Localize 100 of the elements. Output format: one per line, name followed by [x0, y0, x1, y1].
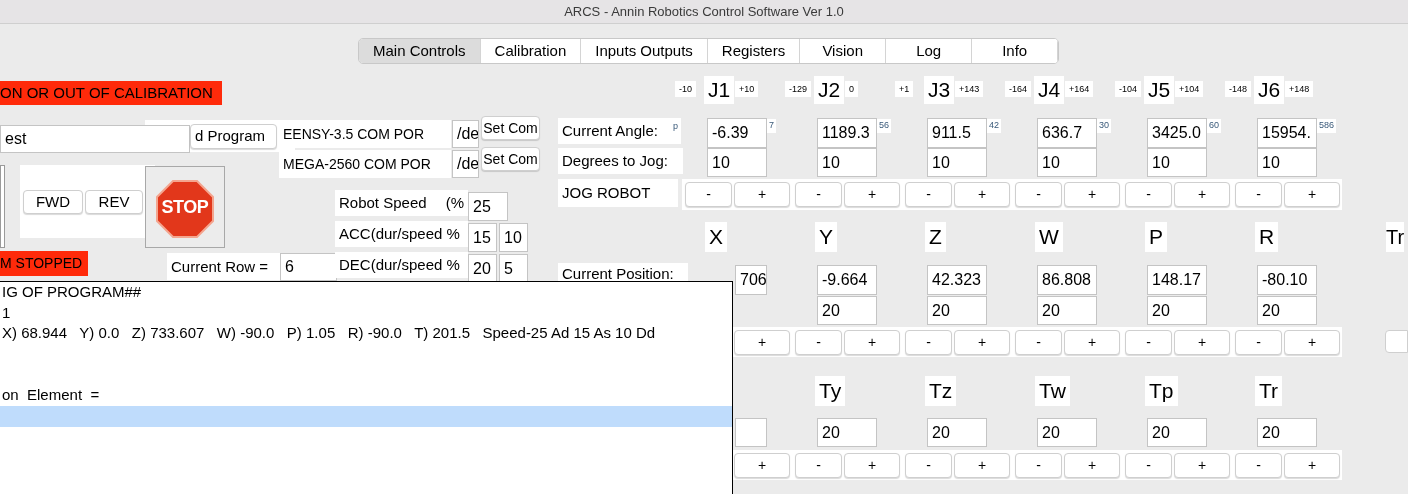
joint-label: J5 — [1144, 76, 1175, 104]
forward-button[interactable]: FWD — [23, 190, 83, 214]
jog-button[interactable]: - — [905, 182, 952, 207]
jog-button[interactable]: + — [734, 453, 790, 478]
jog-button[interactable]: + — [1174, 330, 1230, 355]
axis-label: W — [1035, 222, 1063, 252]
program-name-field[interactable]: est — [0, 125, 190, 153]
jog-degrees-field[interactable]: 10 — [707, 148, 767, 177]
speed-label: Robot Speed (% — [335, 190, 468, 216]
jog-button[interactable]: + — [954, 330, 1010, 355]
jog-degrees-field[interactable]: 10 — [927, 148, 987, 177]
set-com-button[interactable]: Set Com — [481, 116, 540, 140]
jog-button[interactable]: + — [1064, 453, 1120, 478]
step-field[interactable]: 20 — [817, 418, 877, 447]
hidden-label: 42 — [987, 119, 1001, 133]
hidden-label: 56 — [877, 119, 891, 133]
jog-button[interactable]: + — [734, 330, 790, 355]
jog-button[interactable]: + — [1284, 182, 1340, 207]
position-field[interactable]: 706 — [735, 265, 767, 295]
step-field[interactable]: 20 — [927, 296, 987, 325]
jog-button[interactable]: - — [1015, 182, 1062, 207]
joint-angle-field[interactable]: 1189.3 — [817, 118, 877, 148]
jog-button[interactable]: - — [1235, 453, 1282, 478]
jog-button[interactable]: + — [1284, 330, 1340, 355]
jog-button[interactable]: - — [1125, 330, 1172, 355]
current-row-field[interactable]: 6 — [280, 253, 337, 281]
joint-angle-field[interactable]: -6.39 — [707, 118, 767, 148]
joint-angle-field[interactable]: 3425.0 — [1147, 118, 1207, 148]
jog-button[interactable]: + — [1174, 453, 1230, 478]
step-field[interactable]: 20 — [1257, 296, 1317, 325]
reverse-button[interactable]: REV — [85, 190, 143, 214]
jog-button[interactable]: - — [1015, 330, 1062, 355]
tab[interactable]: Main Controls — [359, 39, 481, 63]
jog-button[interactable]: - — [685, 182, 732, 207]
joint-max-label: +143 — [955, 81, 984, 97]
jog-degrees-field[interactable]: 10 — [1257, 148, 1317, 177]
speed-field[interactable]: 5 — [499, 254, 528, 283]
position-field[interactable]: 42.323 — [927, 265, 987, 295]
jog-button[interactable]: - — [795, 182, 842, 207]
com-port-field[interactable]: /de — [452, 150, 479, 178]
jog-button[interactable] — [1385, 330, 1408, 353]
jog-button[interactable]: - — [905, 453, 952, 478]
joint-min-label: -148 — [1225, 81, 1251, 97]
joint-angle-field[interactable]: 636.7 — [1037, 118, 1097, 148]
step-field[interactable]: 20 — [1147, 296, 1207, 325]
jog-degrees-field[interactable]: 10 — [817, 148, 877, 177]
set-com-button[interactable]: Set Com — [481, 147, 540, 171]
step-field[interactable]: 20 — [1037, 296, 1097, 325]
program-line[interactable]: on Element = — [0, 385, 732, 407]
step-field[interactable]: 20 — [1037, 418, 1097, 447]
joint-max-label: 0 — [845, 81, 858, 97]
speed-field[interactable]: 15 — [468, 223, 497, 252]
jog-button[interactable]: - — [795, 453, 842, 478]
jog-button[interactable]: + — [734, 182, 790, 207]
jog-button[interactable]: - — [905, 330, 952, 355]
jog-button[interactable]: - — [1015, 453, 1062, 478]
jog-button[interactable]: - — [1235, 182, 1282, 207]
position-field[interactable]: -9.664 — [817, 265, 877, 295]
program-line[interactable]: 1 — [0, 302, 732, 324]
step-field[interactable] — [735, 418, 767, 447]
jog-button[interactable]: + — [954, 182, 1010, 207]
program-line[interactable]: IG OF PROGRAM## — [0, 282, 732, 303]
jog-button[interactable]: - — [1125, 182, 1172, 207]
program-listbox[interactable]: IG OF PROGRAM## 1 X) 68.944 Y) 0.0 Z) 733.607 W) -90.0 P) 1.05 R) -90.0 T) 201.5 Speed-25 Ad 15 As 10 Dd on Element = — [0, 281, 733, 494]
com-port-field[interactable]: /de — [452, 120, 479, 148]
calibration-banner: ON OR OUT OF CALIBRATION — [0, 81, 222, 105]
axis-label: Z — [925, 222, 946, 252]
jog-button[interactable]: + — [844, 453, 900, 478]
jog-button[interactable]: + — [844, 330, 900, 355]
speed-label: ACC(dur/speed % — [335, 221, 468, 247]
jog-button[interactable]: - — [1125, 453, 1172, 478]
jog-button[interactable]: + — [1064, 330, 1120, 355]
step-field[interactable]: 20 — [1257, 418, 1317, 447]
axis-label: Y — [815, 222, 837, 252]
hidden-label: 30 — [1097, 119, 1111, 133]
step-field[interactable]: 20 — [1147, 418, 1207, 447]
position-field[interactable]: 86.808 — [1037, 265, 1097, 295]
position-field[interactable]: 148.17 — [1147, 265, 1207, 295]
jog-button[interactable]: - — [795, 330, 842, 355]
speed-field[interactable]: 20 — [468, 254, 497, 283]
speed-field[interactable]: 25 — [468, 192, 508, 221]
step-field[interactable]: 20 — [927, 418, 987, 447]
joint-angle-field[interactable]: 911.5 — [927, 118, 987, 148]
jog-degrees-field[interactable]: 10 — [1147, 148, 1207, 177]
speed-field[interactable]: 10 — [499, 223, 528, 252]
jog-button[interactable]: + — [1284, 453, 1340, 478]
jog-button[interactable]: + — [1174, 182, 1230, 207]
step-field[interactable]: 20 — [817, 296, 877, 325]
jog-button[interactable]: + — [1064, 182, 1120, 207]
jog-degrees-field[interactable]: 10 — [1037, 148, 1097, 177]
jog-button[interactable]: + — [844, 182, 900, 207]
joint-angle-field[interactable]: 15954. — [1257, 118, 1317, 148]
jog-button[interactable]: + — [954, 453, 1010, 478]
axis-label: Tz — [925, 376, 957, 406]
joint-min-label: +1 — [895, 81, 914, 97]
stop-button[interactable]: STOP — [145, 166, 225, 248]
position-field[interactable]: -80.10 — [1257, 265, 1317, 295]
program-line[interactable]: X) 68.944 Y) 0.0 Z) 733.607 W) -90.0 P) 1.05 R) -90.0 T) 201.5 Speed-25 Ad 15 As 10 Dd — [0, 323, 732, 345]
load-program-button[interactable]: d Program — [190, 124, 277, 149]
jog-button[interactable]: - — [1235, 330, 1282, 355]
